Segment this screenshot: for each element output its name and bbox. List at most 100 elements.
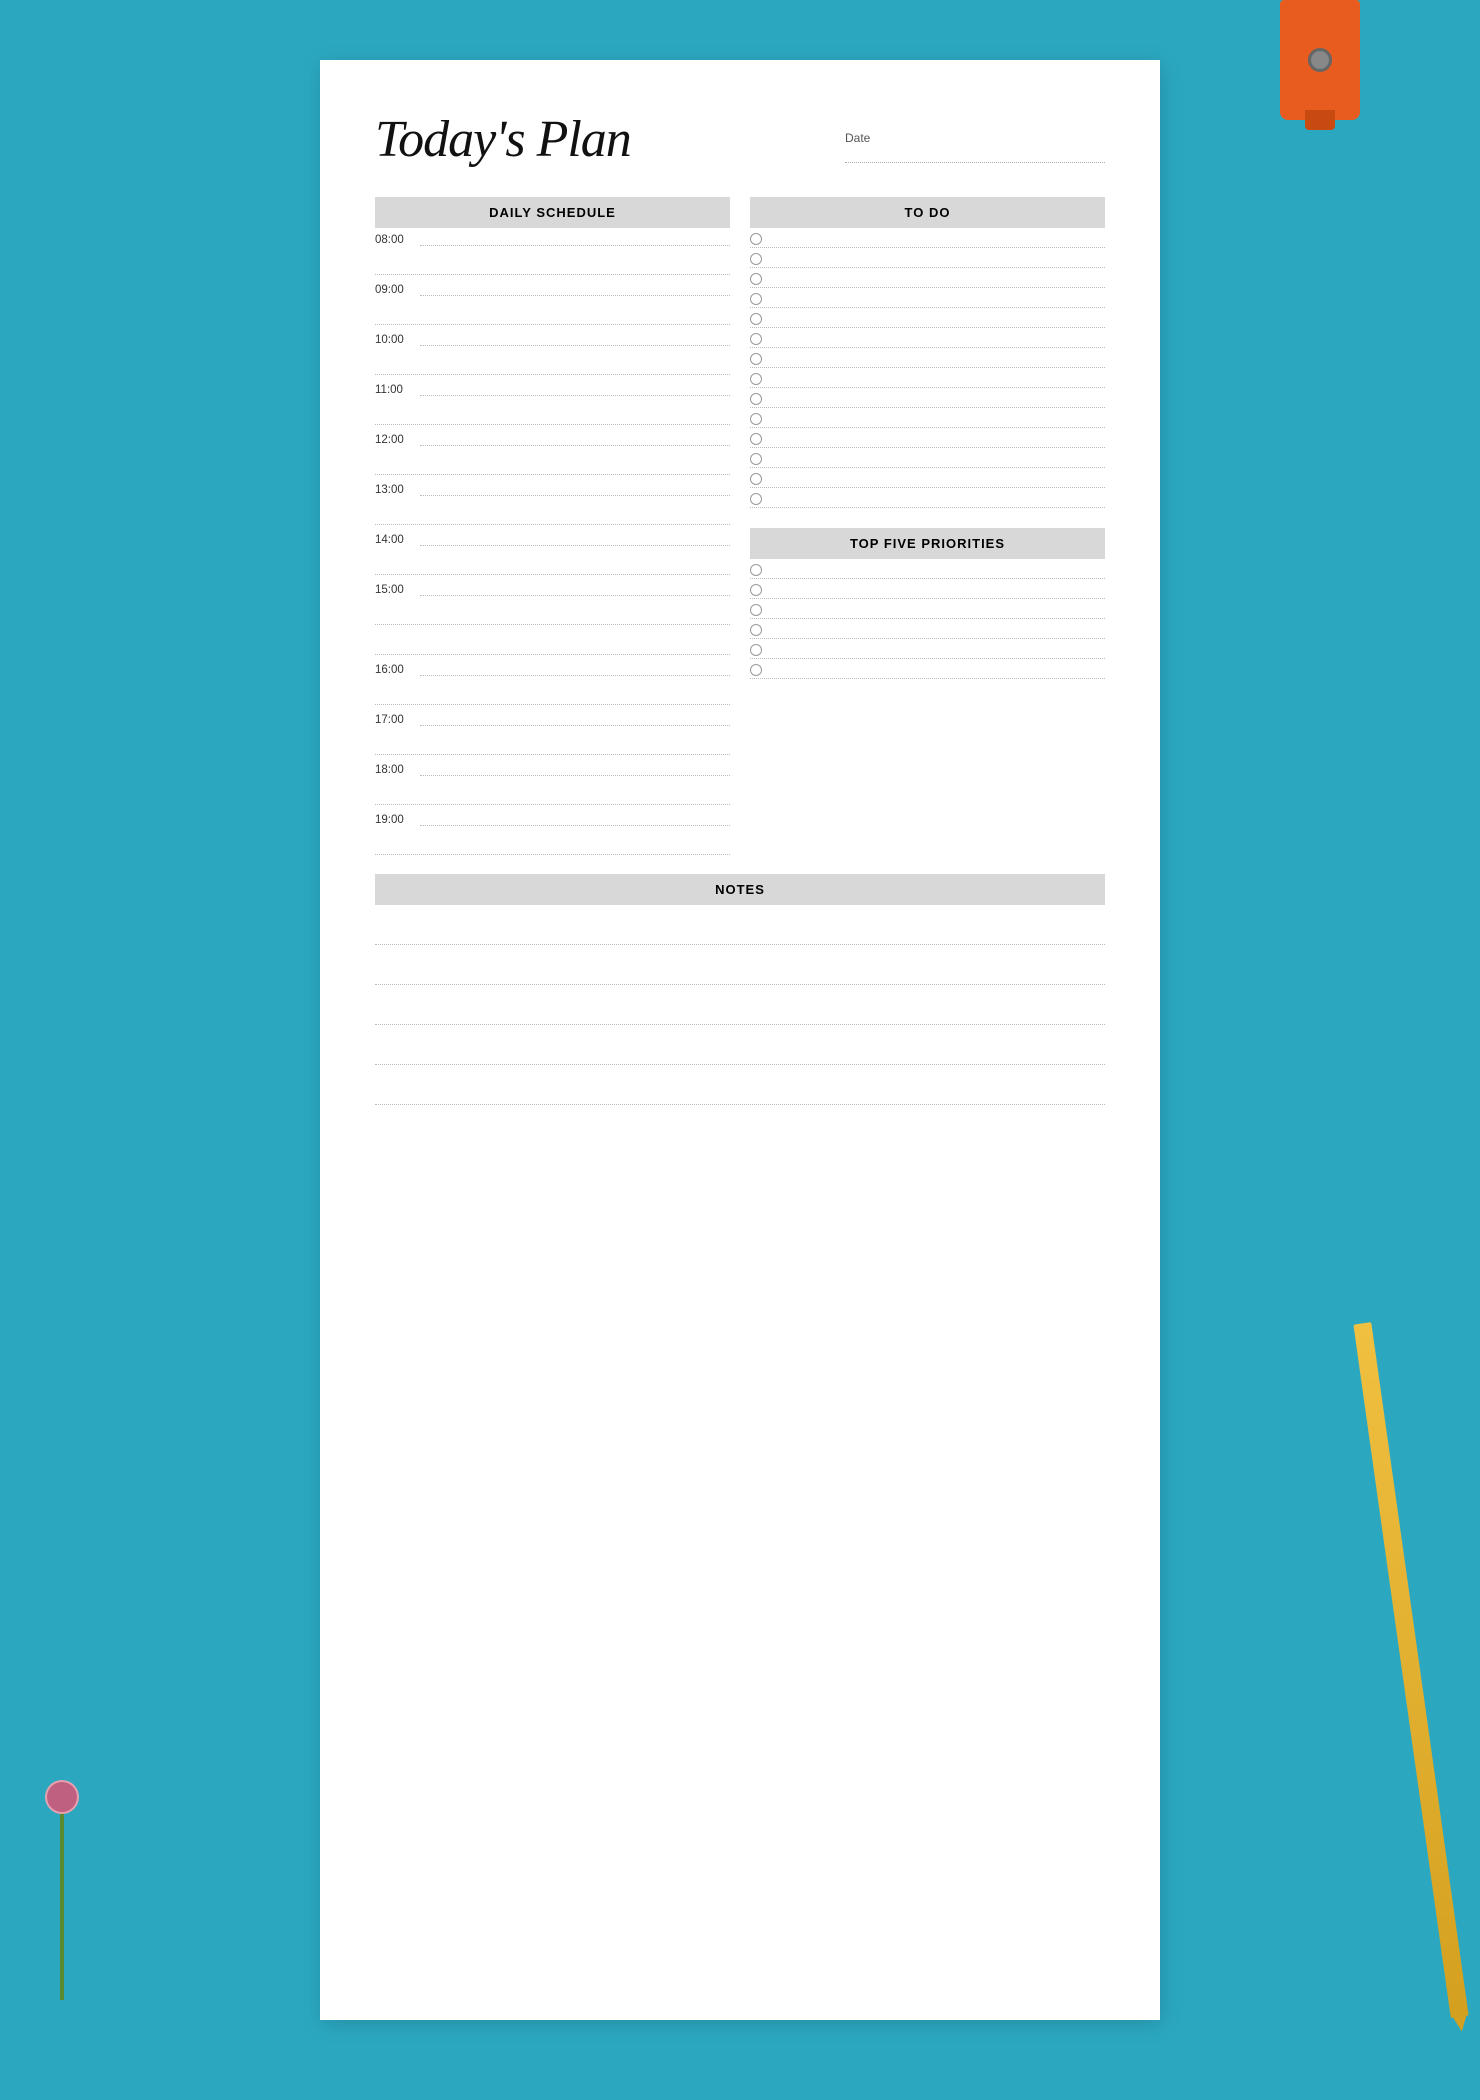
priority-item-2[interactable]	[750, 579, 1105, 599]
todo-item-1[interactable]	[750, 228, 1105, 248]
priority-checkbox-6[interactable]	[750, 664, 762, 676]
schedule-line[interactable]	[420, 814, 730, 826]
schedule-line[interactable]	[420, 764, 730, 776]
todo-text-line-10[interactable]	[772, 413, 1105, 425]
todo-item-14[interactable]	[750, 488, 1105, 508]
schedule-item-1900: 19:00	[375, 808, 730, 858]
priority-checkbox-5[interactable]	[750, 644, 762, 656]
priority-text-line-3[interactable]	[772, 604, 1105, 616]
schedule-blank-line[interactable]	[375, 681, 730, 705]
schedule-line[interactable]	[420, 584, 730, 596]
schedule-blank-line[interactable]	[375, 501, 730, 525]
priority-text-line-1[interactable]	[772, 564, 1105, 576]
notes-line-4[interactable]	[375, 1029, 1105, 1065]
schedule-item-1000: 10:00	[375, 328, 730, 378]
todo-checkbox-14[interactable]	[750, 493, 762, 505]
schedule-blank-line[interactable]	[375, 551, 730, 575]
priority-checkbox-2[interactable]	[750, 584, 762, 596]
todo-text-line-13[interactable]	[772, 473, 1105, 485]
todo-text-line-9[interactable]	[772, 393, 1105, 405]
todo-item-6[interactable]	[750, 328, 1105, 348]
todo-text-line-6[interactable]	[772, 333, 1105, 345]
todo-checkbox-9[interactable]	[750, 393, 762, 405]
todo-checkbox-3[interactable]	[750, 273, 762, 285]
priority-item-1[interactable]	[750, 559, 1105, 579]
schedule-line[interactable]	[420, 664, 730, 676]
todo-text-line-8[interactable]	[772, 373, 1105, 385]
schedule-blank-line[interactable]	[375, 451, 730, 475]
schedule-blank-line[interactable]	[375, 401, 730, 425]
priority-text-line-6[interactable]	[772, 664, 1105, 676]
todo-text-line-7[interactable]	[772, 353, 1105, 365]
todo-item-3[interactable]	[750, 268, 1105, 288]
todo-item-11[interactable]	[750, 428, 1105, 448]
todo-item-7[interactable]	[750, 348, 1105, 368]
todo-text-line-3[interactable]	[772, 273, 1105, 285]
todo-item-5[interactable]	[750, 308, 1105, 328]
right-col-inner: TO DO	[750, 197, 1105, 679]
todo-checkbox-7[interactable]	[750, 353, 762, 365]
priority-item-5[interactable]	[750, 639, 1105, 659]
todo-item-12[interactable]	[750, 448, 1105, 468]
priority-text-line-2[interactable]	[772, 584, 1105, 596]
todo-checkbox-11[interactable]	[750, 433, 762, 445]
todo-text-line-14[interactable]	[772, 493, 1105, 505]
priority-checkbox-3[interactable]	[750, 604, 762, 616]
todo-checkbox-6[interactable]	[750, 333, 762, 345]
notes-line-1[interactable]	[375, 909, 1105, 945]
todo-checkbox-1[interactable]	[750, 233, 762, 245]
schedule-line[interactable]	[420, 384, 730, 396]
notes-header: NOTES	[375, 874, 1105, 905]
time-label-0900: 09:00	[375, 284, 420, 296]
priority-item-6[interactable]	[750, 659, 1105, 679]
priority-item-3[interactable]	[750, 599, 1105, 619]
schedule-blank-line[interactable]	[375, 351, 730, 375]
time-label-1600: 16:00	[375, 664, 420, 676]
date-line[interactable]	[845, 149, 1105, 163]
todo-text-line-12[interactable]	[772, 453, 1105, 465]
todo-item-10[interactable]	[750, 408, 1105, 428]
todo-checkbox-2[interactable]	[750, 253, 762, 265]
page-title: Today's Plan	[375, 110, 631, 169]
schedule-blank-line[interactable]	[375, 781, 730, 805]
schedule-line[interactable]	[420, 434, 730, 446]
schedule-blank-line[interactable]	[375, 251, 730, 275]
todo-checkbox-4[interactable]	[750, 293, 762, 305]
schedule-blank-line[interactable]	[375, 831, 730, 855]
schedule-line[interactable]	[420, 284, 730, 296]
todo-checkbox-5[interactable]	[750, 313, 762, 325]
todo-item-13[interactable]	[750, 468, 1105, 488]
todo-checkbox-8[interactable]	[750, 373, 762, 385]
todo-text-line-5[interactable]	[772, 313, 1105, 325]
schedule-line[interactable]	[420, 484, 730, 496]
priority-item-4[interactable]	[750, 619, 1105, 639]
todo-item-2[interactable]	[750, 248, 1105, 268]
schedule-line[interactable]	[420, 534, 730, 546]
priority-text-line-4[interactable]	[772, 624, 1105, 636]
todo-item-9[interactable]	[750, 388, 1105, 408]
schedule-blank-line[interactable]	[375, 601, 730, 625]
notes-line-5[interactable]	[375, 1069, 1105, 1105]
schedule-blank-line[interactable]	[375, 731, 730, 755]
todo-text-line-1[interactable]	[772, 233, 1105, 245]
todo-item-4[interactable]	[750, 288, 1105, 308]
notes-line-3[interactable]	[375, 989, 1105, 1025]
notes-line-2[interactable]	[375, 949, 1105, 985]
priority-checkbox-4[interactable]	[750, 624, 762, 636]
todo-text-line-2[interactable]	[772, 253, 1105, 265]
time-label-1100: 11:00	[375, 384, 420, 396]
schedule-blank-line[interactable]	[375, 301, 730, 325]
right-column: TO DO	[750, 197, 1105, 858]
schedule-line[interactable]	[420, 714, 730, 726]
schedule-blank-line[interactable]	[375, 631, 730, 655]
todo-item-8[interactable]	[750, 368, 1105, 388]
schedule-line[interactable]	[420, 234, 730, 246]
priority-checkbox-1[interactable]	[750, 564, 762, 576]
todo-text-line-4[interactable]	[772, 293, 1105, 305]
priority-text-line-5[interactable]	[772, 644, 1105, 656]
todo-checkbox-12[interactable]	[750, 453, 762, 465]
schedule-line[interactable]	[420, 334, 730, 346]
todo-checkbox-13[interactable]	[750, 473, 762, 485]
todo-text-line-11[interactable]	[772, 433, 1105, 445]
todo-checkbox-10[interactable]	[750, 413, 762, 425]
